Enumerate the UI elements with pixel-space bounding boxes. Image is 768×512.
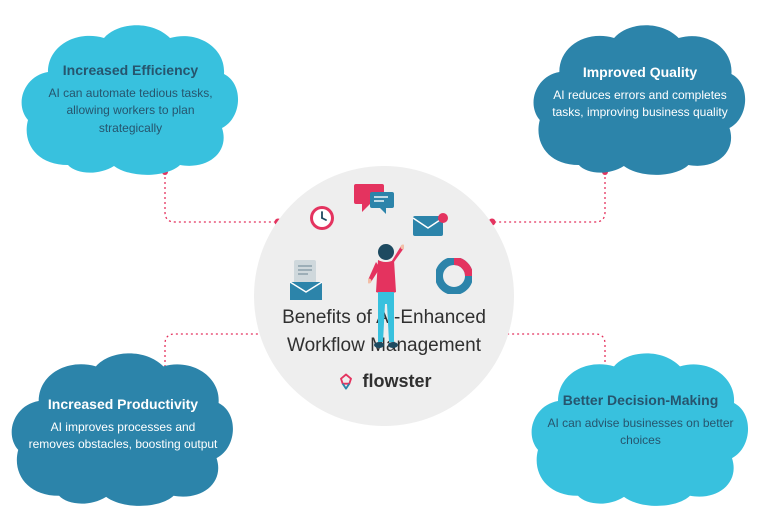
benefit-desc: AI can advise businesses on better choic… <box>546 415 735 450</box>
person-illustration <box>368 242 404 352</box>
benefit-cloud-quality: Improved Quality AI reduces errors and c… <box>530 20 750 175</box>
chat-icon <box>352 182 396 214</box>
benefit-desc: AI improves processes and removes obstac… <box>26 419 220 454</box>
envelope-icon <box>412 212 450 240</box>
benefit-title: Increased Efficiency <box>36 62 225 78</box>
benefit-desc: AI can automate tedious tasks, allowing … <box>36 85 225 137</box>
brand-name: flowster <box>362 371 431 392</box>
benefit-cloud-decision: Better Decision-Making AI can advise bus… <box>528 348 753 506</box>
benefit-cloud-efficiency: Increased Efficiency AI can automate ted… <box>18 20 243 175</box>
donut-chart-icon <box>436 258 472 294</box>
brand: flowster <box>336 371 431 392</box>
brand-logo-icon <box>336 372 356 392</box>
benefit-title: Increased Productivity <box>26 396 220 412</box>
benefit-cloud-productivity: Increased Productivity AI improves proce… <box>8 348 238 506</box>
connector-tr <box>480 170 640 240</box>
connector-tl <box>130 170 290 240</box>
clock-icon <box>308 204 336 232</box>
document-envelope-icon <box>288 258 324 302</box>
benefit-title: Better Decision-Making <box>546 392 735 408</box>
benefit-title: Improved Quality <box>548 64 732 80</box>
benefit-desc: AI reduces errors and completes tasks, i… <box>548 87 732 122</box>
